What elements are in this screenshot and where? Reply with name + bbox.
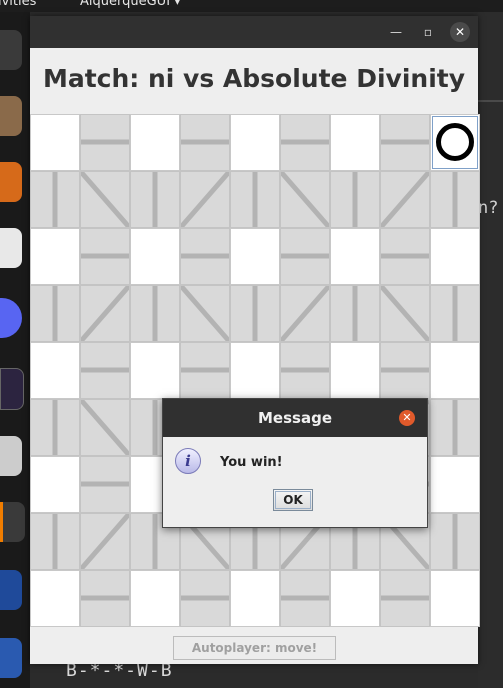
- board-link: [330, 285, 380, 342]
- board-link: [30, 513, 80, 570]
- board-node[interactable]: [130, 570, 180, 627]
- dialog-title: Message: [163, 399, 427, 437]
- board-link: [380, 285, 430, 342]
- board-node[interactable]: [430, 114, 480, 171]
- board-link: [280, 228, 330, 285]
- board-node[interactable]: [330, 570, 380, 627]
- app-icon[interactable]: [0, 638, 22, 678]
- board-link: [30, 285, 80, 342]
- files-icon[interactable]: [0, 96, 22, 136]
- board-node[interactable]: [30, 342, 80, 399]
- board-link: [330, 171, 380, 228]
- board-link: [430, 171, 480, 228]
- game-board: [30, 114, 480, 628]
- piece-o-icon[interactable]: [436, 123, 474, 161]
- board-link: [180, 228, 230, 285]
- board-link: [380, 171, 430, 228]
- board-node[interactable]: [430, 456, 480, 513]
- maximize-icon[interactable]: ▫: [418, 22, 438, 42]
- board-link: [230, 285, 280, 342]
- board-link: [80, 171, 130, 228]
- board-link: [180, 171, 230, 228]
- board-link: [380, 114, 430, 171]
- terminal-separator: [478, 100, 503, 102]
- app-menu[interactable]: AlquerqueGUI ▾: [80, 0, 181, 9]
- board-node[interactable]: [330, 114, 380, 171]
- board-node[interactable]: [230, 228, 280, 285]
- board-link: [80, 456, 130, 513]
- board-link: [130, 171, 180, 228]
- board-node[interactable]: [230, 570, 280, 627]
- message-dialog: Message ✕ i You win! OK: [162, 398, 428, 528]
- sublime-text-icon[interactable]: [0, 502, 25, 542]
- board-link: [230, 171, 280, 228]
- board-link: [430, 513, 480, 570]
- board-node[interactable]: [130, 114, 180, 171]
- discord-icon[interactable]: [0, 298, 22, 338]
- board-link: [280, 285, 330, 342]
- board-link: [180, 342, 230, 399]
- board-node[interactable]: [230, 114, 280, 171]
- board-link: [80, 228, 130, 285]
- board-node[interactable]: [430, 228, 480, 285]
- board-link: [380, 570, 430, 627]
- board-link: [380, 342, 430, 399]
- terminal-text: n?: [478, 198, 499, 218]
- terminal-icon[interactable]: [0, 368, 24, 410]
- board-link: [280, 342, 330, 399]
- dialog-close-icon[interactable]: ✕: [399, 410, 415, 426]
- board-link: [280, 570, 330, 627]
- board-link: [380, 228, 430, 285]
- board-node[interactable]: [30, 228, 80, 285]
- board-link: [80, 285, 130, 342]
- board-node[interactable]: [30, 570, 80, 627]
- board-node[interactable]: [30, 114, 80, 171]
- ok-button[interactable]: OK: [273, 489, 313, 511]
- desktop-top-bar: ivities AlquerqueGUI ▾: [0, 0, 503, 12]
- virtualbox-icon[interactable]: [0, 570, 22, 610]
- close-icon[interactable]: ✕: [450, 22, 470, 42]
- board-link: [30, 171, 80, 228]
- autoplayer-button[interactable]: Autoplayer: move!: [173, 636, 336, 660]
- dock: [0, 12, 30, 688]
- board-link: [80, 513, 130, 570]
- board-link: [180, 570, 230, 627]
- board-link: [130, 285, 180, 342]
- window-titlebar[interactable]: — ▫ ✕: [30, 16, 478, 48]
- calculator-icon[interactable]: [0, 436, 22, 476]
- info-icon: i: [175, 448, 201, 474]
- match-title: Match: ni vs Absolute Divinity: [42, 64, 466, 93]
- board-node[interactable]: [430, 342, 480, 399]
- board-node[interactable]: [430, 570, 480, 627]
- board-node[interactable]: [330, 228, 380, 285]
- activities-button[interactable]: ivities: [0, 0, 36, 9]
- board-node[interactable]: [130, 342, 180, 399]
- board-node[interactable]: [130, 228, 180, 285]
- board-link: [180, 114, 230, 171]
- board-node[interactable]: [230, 342, 280, 399]
- browser-icon[interactable]: [0, 30, 22, 70]
- board-link: [80, 114, 130, 171]
- board-link: [280, 114, 330, 171]
- vlc-icon[interactable]: [0, 162, 22, 202]
- app-window: — ▫ ✕ Match: ni vs Absolute Divinity Aut…: [30, 16, 480, 664]
- minimize-icon[interactable]: —: [386, 22, 406, 42]
- board-link: [80, 342, 130, 399]
- board-link: [180, 285, 230, 342]
- board-link: [280, 171, 330, 228]
- board-link: [80, 399, 130, 456]
- board-node[interactable]: [30, 456, 80, 513]
- dialog-message: You win!: [220, 455, 283, 470]
- board-link: [30, 399, 80, 456]
- terminal-window: n?: [478, 12, 503, 688]
- board-link: [80, 570, 130, 627]
- board-node[interactable]: [330, 342, 380, 399]
- board-link: [430, 399, 480, 456]
- board-link: [430, 285, 480, 342]
- inkscape-icon[interactable]: [0, 228, 22, 268]
